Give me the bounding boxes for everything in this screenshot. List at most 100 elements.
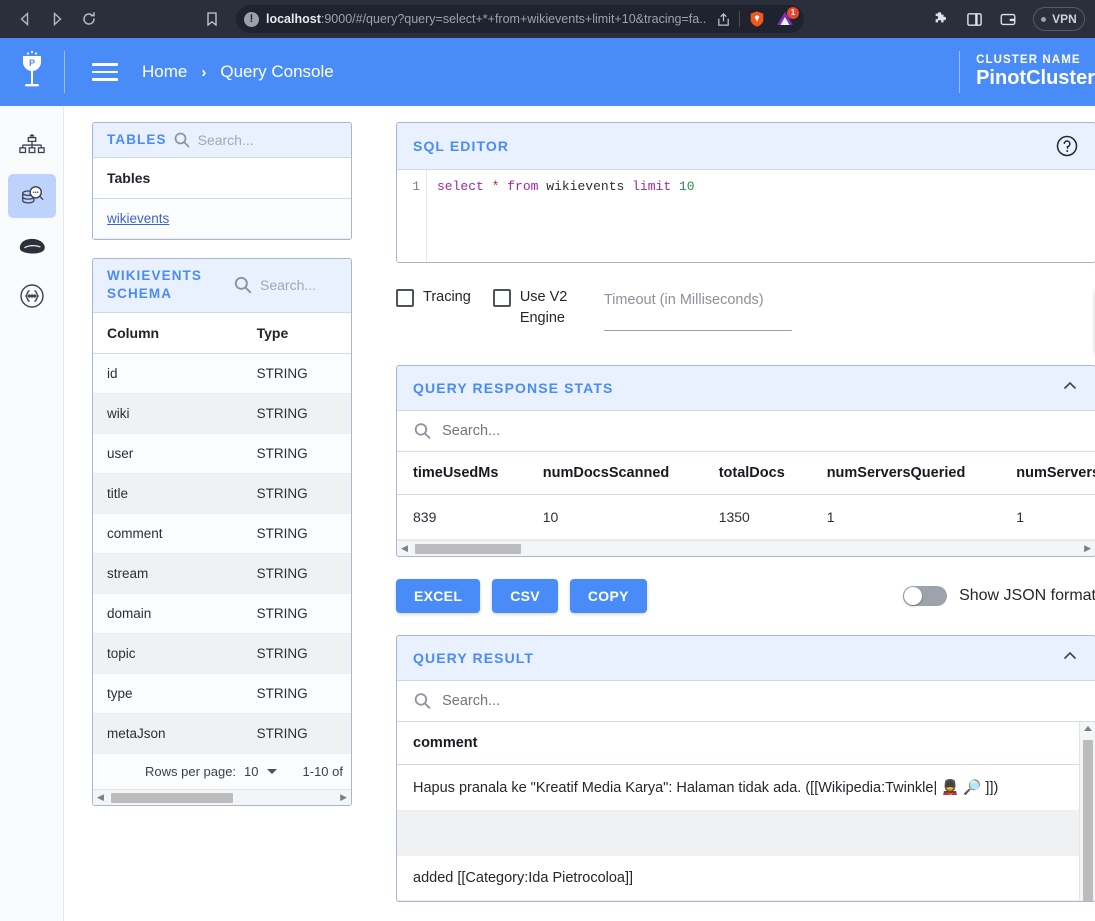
swagger-rest-api-icon[interactable] xyxy=(8,274,56,318)
schema-panel: WIKIEVENTS SCHEMA Column Type idSTRING w… xyxy=(92,258,352,805)
tracing-checkbox[interactable] xyxy=(396,289,414,307)
schema-search[interactable] xyxy=(233,275,337,295)
cluster-info: CLUSTER NAME PinotCluster xyxy=(959,38,1095,106)
zookeeper-browser-icon[interactable] xyxy=(8,224,56,268)
schema-horizontal-scrollbar[interactable]: ◀ ▶ xyxy=(93,789,351,805)
scrollbar-thumb[interactable] xyxy=(1083,740,1093,901)
query-console-icon[interactable] xyxy=(8,174,56,218)
vpn-button[interactable]: VPN xyxy=(1033,7,1085,31)
export-excel-button[interactable]: EXCEL xyxy=(396,579,480,613)
usev2-checkbox-group[interactable]: Use V2 Engine xyxy=(493,287,582,329)
result-search[interactable] xyxy=(397,681,1095,722)
stats-cell: 839 xyxy=(397,495,527,540)
chevron-up-icon[interactable] xyxy=(1061,377,1079,399)
schema-cell-type: STRING xyxy=(243,713,351,753)
timeout-input[interactable]: Timeout (in Milliseconds) xyxy=(604,287,792,311)
wallet-icon[interactable] xyxy=(999,11,1017,28)
reload-icon[interactable] xyxy=(74,4,104,34)
scrollbar-thumb[interactable] xyxy=(111,793,233,803)
usev2-checkbox[interactable] xyxy=(493,289,511,307)
site-info-icon[interactable]: ! xyxy=(244,12,259,27)
sql-editor-body[interactable]: 1 select * from wikievents limit 10 xyxy=(397,170,1095,262)
schema-cell-type: STRING xyxy=(243,353,351,393)
export-csv-button[interactable]: CSV xyxy=(492,579,558,613)
result-header[interactable]: QUERY RESULT xyxy=(397,636,1095,681)
scroll-up-icon[interactable] xyxy=(1084,726,1092,731)
brave-shield-icon[interactable] xyxy=(747,9,767,29)
sql-token: 10 xyxy=(679,179,695,194)
tables-search-input[interactable] xyxy=(198,132,337,148)
search-icon xyxy=(413,691,432,711)
stats-horizontal-scrollbar[interactable]: ◀ ▶ xyxy=(397,540,1095,556)
scrollbar-thumb[interactable] xyxy=(415,544,521,554)
extension-badge-count: 1 xyxy=(787,7,799,19)
stats-col-numDocsScanned: numDocsScanned xyxy=(527,452,703,495)
json-format-toggle-group[interactable]: Show JSON format xyxy=(903,586,1095,606)
show-json-label: Show JSON format xyxy=(959,587,1095,605)
result-search-input[interactable] xyxy=(442,693,1079,709)
rows-per-page[interactable]: Rows per page: 10 xyxy=(145,764,277,779)
table-row[interactable]: commentSTRING xyxy=(93,513,351,553)
copy-button[interactable]: COPY xyxy=(570,579,647,613)
extensions-puzzle-icon[interactable] xyxy=(933,11,950,28)
schema-cell-type: STRING xyxy=(243,513,351,553)
scroll-left-icon[interactable]: ◀ xyxy=(401,544,408,553)
chevron-down-icon[interactable] xyxy=(267,769,277,774)
schema-panel-header: WIKIEVENTS SCHEMA xyxy=(93,259,351,312)
extension-icon[interactable]: 1 xyxy=(774,9,796,29)
table-row[interactable]: wikiSTRING xyxy=(93,393,351,433)
table-row[interactable]: domainSTRING xyxy=(93,593,351,633)
result-vertical-scrollbar[interactable] xyxy=(1079,722,1095,901)
schema-cell-column: stream xyxy=(93,553,243,593)
share-icon[interactable] xyxy=(714,10,732,28)
schema-cell-type: STRING xyxy=(243,433,351,473)
scroll-right-icon[interactable]: ▶ xyxy=(1084,544,1091,553)
tracing-checkbox-group[interactable]: Tracing xyxy=(396,287,471,308)
tables-panel-header: TABLES xyxy=(93,123,351,158)
url-host: localhost xyxy=(266,12,321,26)
schema-cell-column: topic xyxy=(93,633,243,673)
table-row[interactable]: wikievents xyxy=(93,199,351,239)
app-body: TABLES Tables wikievents WIKIEVENTS SCHE… xyxy=(0,106,1095,921)
stats-search-input[interactable] xyxy=(442,423,1079,439)
table-row[interactable]: topicSTRING xyxy=(93,633,351,673)
hamburger-menu-icon[interactable] xyxy=(92,63,118,81)
forward-arrow-icon[interactable] xyxy=(42,4,72,34)
rows-per-page-value[interactable]: 10 xyxy=(244,764,258,779)
result-col-comment: comment xyxy=(397,722,1079,765)
scroll-right-icon[interactable]: ▶ xyxy=(340,793,347,802)
schema-cell-type: STRING xyxy=(243,553,351,593)
table-row[interactable]: metaJsonSTRING xyxy=(93,713,351,753)
table-link-wikievents[interactable]: wikievents xyxy=(107,211,169,226)
table-row[interactable]: userSTRING xyxy=(93,433,351,473)
stats-col-numServersResponded: numServersResponded xyxy=(1000,452,1095,495)
table-row[interactable]: typeSTRING xyxy=(93,673,351,713)
breadcrumb-home[interactable]: Home xyxy=(142,62,187,82)
chevron-up-icon[interactable] xyxy=(1061,647,1079,669)
stats-header[interactable]: QUERY RESPONSE STATS xyxy=(397,366,1095,411)
stats-cell: 1 xyxy=(1000,495,1095,540)
browser-right-icons: VPN xyxy=(933,7,1087,31)
editor-code[interactable]: select * from wikievents limit 10 xyxy=(427,170,695,262)
schema-search-input[interactable] xyxy=(260,277,337,293)
bookmark-icon[interactable] xyxy=(198,5,226,33)
timeout-placeholder-label: Timeout (in Milliseconds) xyxy=(604,290,792,311)
address-bar[interactable]: ! localhost:9000/#/query?query=select+*+… xyxy=(236,5,804,33)
show-json-toggle[interactable] xyxy=(903,586,947,606)
url-text: localhost:9000/#/query?query=select+*+fr… xyxy=(266,12,707,26)
stats-search[interactable] xyxy=(397,411,1095,452)
scroll-left-icon[interactable]: ◀ xyxy=(97,793,104,802)
help-circle-icon[interactable] xyxy=(1055,134,1079,158)
table-row[interactable]: titleSTRING xyxy=(93,473,351,513)
tables-panel-title: TABLES xyxy=(107,131,167,149)
pinot-logo[interactable]: P xyxy=(0,50,64,94)
cluster-manager-icon[interactable] xyxy=(8,124,56,168)
stats-title: QUERY RESPONSE STATS xyxy=(413,380,613,396)
table-row[interactable]: idSTRING xyxy=(93,353,351,393)
back-arrow-icon[interactable] xyxy=(10,4,40,34)
browser-sidebar-icon[interactable] xyxy=(966,11,983,28)
browser-toolbar: ! localhost:9000/#/query?query=select+*+… xyxy=(0,0,1095,38)
stats-cell: 10 xyxy=(527,495,703,540)
table-row[interactable]: streamSTRING xyxy=(93,553,351,593)
tables-search[interactable] xyxy=(173,131,337,149)
